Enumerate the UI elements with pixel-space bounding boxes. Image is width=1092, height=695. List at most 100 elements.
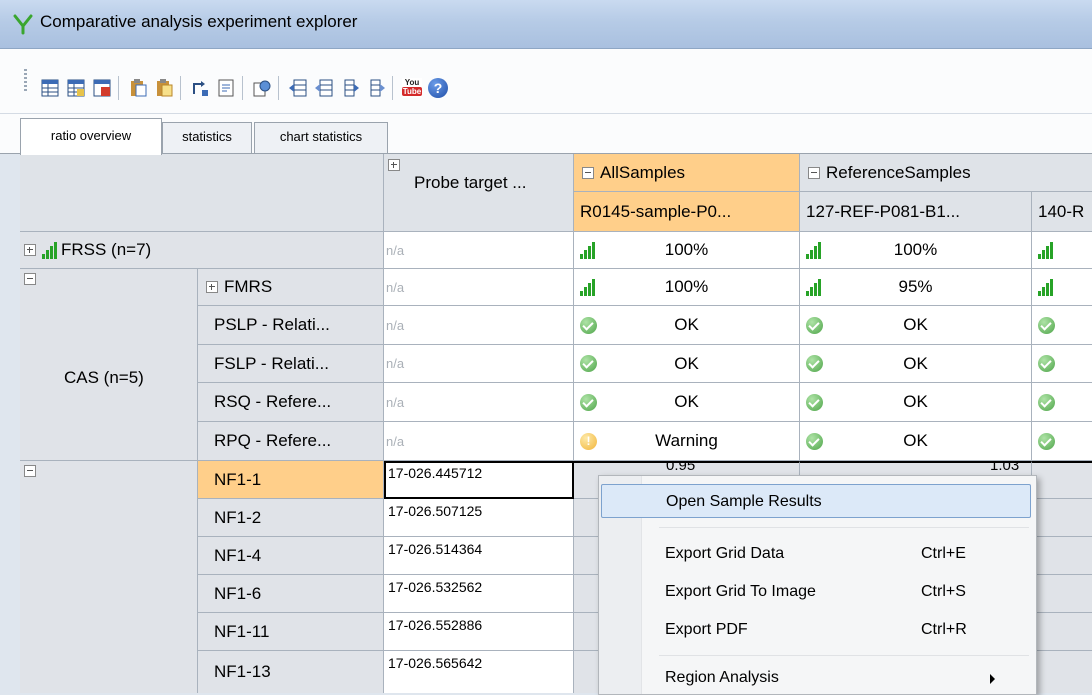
probe-target-value: 17-026.507125 <box>388 503 483 519</box>
check-cell[interactable]: OK <box>800 306 1032 345</box>
expand-icon[interactable] <box>206 281 218 293</box>
sample-header[interactable]: R0145-sample-P0... <box>574 192 800 232</box>
menu-item-export-pdf[interactable]: Export PDF Ctrl+R <box>601 613 1031 647</box>
youtube-label-top: You <box>404 78 420 87</box>
group-header-all[interactable]: AllSamples <box>574 154 800 192</box>
check-row-header[interactable]: RSQ - Refere... <box>198 383 384 422</box>
ratio-value: 1.03 <box>990 461 1020 474</box>
check-ok-icon <box>806 432 823 450</box>
menu-item-export-grid-data[interactable]: Export Grid Data Ctrl+E <box>601 537 1031 571</box>
probe-row-header[interactable]: NF1-6 <box>198 575 384 613</box>
check-value: OK <box>674 315 699 334</box>
cas-group-header[interactable] <box>20 269 198 461</box>
frss-label: FRSS (n=7) <box>61 240 152 259</box>
youtube-label-bottom: Tube <box>402 87 422 96</box>
fmrs-row-header[interactable]: FMRS <box>198 269 384 306</box>
fmrs-label: FMRS <box>224 277 273 296</box>
paste-icon[interactable] <box>154 78 174 98</box>
grid-pdf-icon[interactable] <box>92 78 112 98</box>
check-cell[interactable]: OK <box>800 383 1032 422</box>
probe-target-cell[interactable]: n/a <box>384 383 574 422</box>
probe-target-cell[interactable]: 17-026.507125 <box>384 499 574 537</box>
probe-label: NF1-1 <box>214 469 262 489</box>
check-ok-icon <box>806 393 823 411</box>
check-cell[interactable] <box>1032 422 1092 461</box>
probe-target-cell[interactable]: 17-026.552886 <box>384 613 574 651</box>
check-cell[interactable]: OK <box>574 345 800 383</box>
fmrs-cell[interactable]: 100% <box>574 269 800 306</box>
sample-header[interactable]: 127-REF-P081-B1... <box>800 192 1032 232</box>
probe-target-cell[interactable]: 17-026.514364 <box>384 537 574 575</box>
collapse-icon[interactable] <box>808 166 820 179</box>
sample-header[interactable]: 140-R <box>1032 192 1092 232</box>
menu-item-label: Region Analysis <box>665 669 779 686</box>
tab-chart-statistics[interactable]: chart statistics <box>254 122 388 153</box>
check-cell[interactable] <box>1032 345 1092 383</box>
probe-target-cell[interactable]: n/a <box>384 306 574 345</box>
collapse-icon[interactable] <box>24 273 36 285</box>
probe-target-cell[interactable]: 17-026.565642 <box>384 651 574 693</box>
tab-ratio-overview[interactable]: ratio overview <box>20 118 162 155</box>
grid-icon[interactable] <box>40 78 60 98</box>
probe-row-header[interactable]: NF1-13 <box>198 651 384 693</box>
paste-icon[interactable] <box>128 78 148 98</box>
check-cell[interactable] <box>1032 306 1092 345</box>
probe-row-header[interactable]: NF1-11 <box>198 613 384 651</box>
check-cell[interactable]: OK <box>574 383 800 422</box>
menu-item-export-grid-to-image[interactable]: Export Grid To Image Ctrl+S <box>601 575 1031 609</box>
probe-target-cell[interactable]: n/a <box>384 269 574 306</box>
sample-label: 140-R <box>1038 201 1085 221</box>
check-cell[interactable]: OK <box>800 345 1032 383</box>
toolbar-separator <box>242 76 243 100</box>
column-left-icon[interactable] <box>288 78 308 98</box>
toolbar-grip[interactable] <box>24 69 27 93</box>
group-header-reference[interactable]: ReferenceSamples <box>800 154 1092 192</box>
group-label-reference: ReferenceSamples <box>826 162 971 182</box>
frss-cell[interactable] <box>1032 232 1092 269</box>
probe-target-cell[interactable]: 17-026.532562 <box>384 575 574 613</box>
frss-row-header[interactable]: FRSS (n=7) <box>20 232 384 269</box>
check-row-header[interactable]: RPQ - Refere... <box>198 422 384 461</box>
probe-target-cell[interactable]: n/a <box>384 345 574 383</box>
menu-item-label: Open Sample Results <box>666 493 822 510</box>
menu-item-region-analysis[interactable]: Region Analysis <box>601 661 1031 695</box>
frss-value: 100% <box>664 240 709 259</box>
fmrs-cell[interactable]: 95% <box>800 269 1032 306</box>
probe-target-cell[interactable]: n/a <box>384 422 574 461</box>
check-row-header[interactable]: PSLP - Relati... <box>198 306 384 345</box>
nf1-group-header[interactable] <box>20 461 198 693</box>
probe-row-header[interactable]: NF1-2 <box>198 499 384 537</box>
na-value: n/a <box>386 242 405 258</box>
expand-icon[interactable] <box>24 244 36 256</box>
frss-cell[interactable]: 100% <box>800 232 1032 269</box>
check-cell[interactable] <box>1032 383 1092 422</box>
signal-bars-icon <box>1038 241 1053 259</box>
column-right-icon[interactable] <box>340 78 360 98</box>
document-icon[interactable] <box>216 78 236 98</box>
grid-icon[interactable] <box>66 78 86 98</box>
expand-icon[interactable] <box>388 159 400 171</box>
probe-target-value: 17-026.445712 <box>388 465 483 481</box>
check-cell[interactable]: ! Warning <box>574 422 800 461</box>
swap-icon[interactable] <box>190 78 210 98</box>
probe-target-cell[interactable]: n/a <box>384 232 574 269</box>
collapse-icon[interactable] <box>24 465 36 477</box>
menu-item-open-sample-results[interactable]: Open Sample Results <box>601 484 1031 518</box>
tab-statistics[interactable]: statistics <box>162 122 252 153</box>
check-cell[interactable]: OK <box>800 422 1032 461</box>
column-right-icon[interactable] <box>366 78 386 98</box>
copy-icon[interactable] <box>252 78 272 98</box>
probe-row-header[interactable]: NF1-4 <box>198 537 384 575</box>
probe-target-header[interactable]: Probe target ... <box>384 154 574 232</box>
frss-cell[interactable]: 100% <box>574 232 800 269</box>
youtube-icon[interactable]: You Tube <box>402 78 422 98</box>
check-row-header[interactable]: FSLP - Relati... <box>198 345 384 383</box>
check-cell[interactable]: OK <box>574 306 800 345</box>
help-icon[interactable]: ? <box>428 78 448 98</box>
probe-target-cell[interactable]: 17-026.445712 <box>384 461 574 499</box>
probe-row-header[interactable]: NF1-1 <box>198 461 384 499</box>
collapse-icon[interactable] <box>582 166 594 179</box>
fmrs-cell[interactable] <box>1032 269 1092 306</box>
column-left-icon[interactable] <box>314 78 334 98</box>
ratio-cell[interactable] <box>1032 461 1092 499</box>
